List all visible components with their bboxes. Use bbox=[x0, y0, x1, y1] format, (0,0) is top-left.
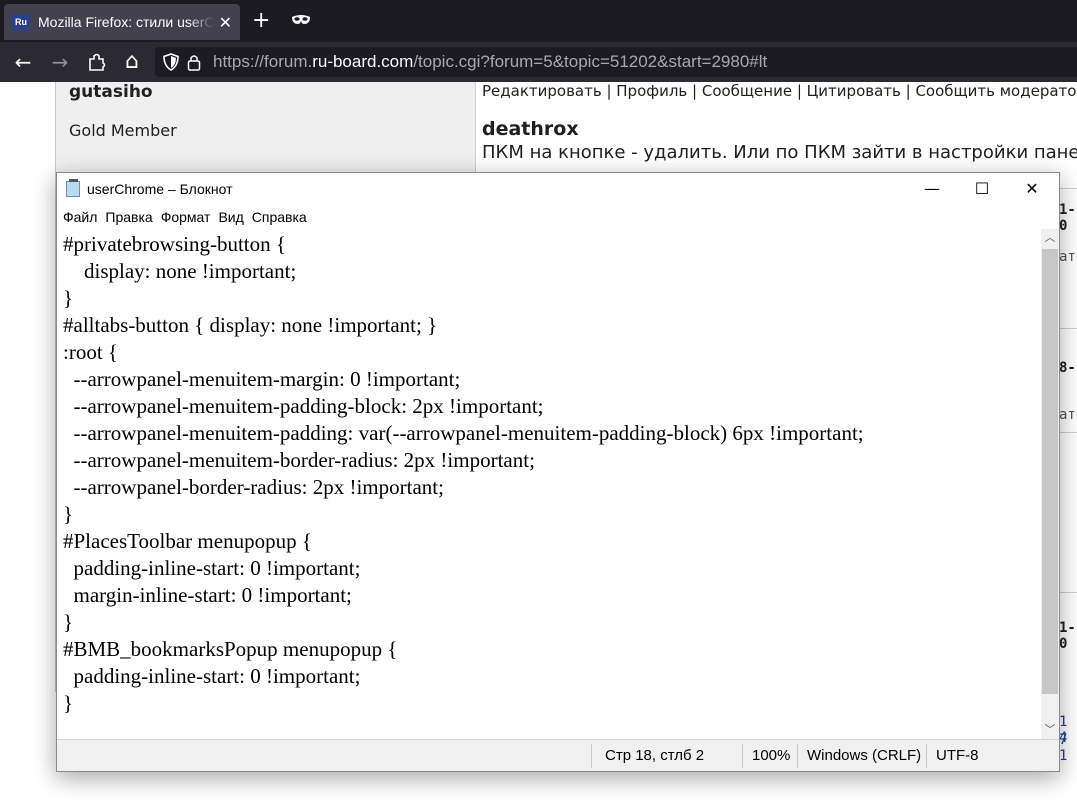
status-divider bbox=[926, 744, 927, 768]
notepad-statusbar: Стр 18, стлб 2 100% Windows (CRLF) UTF-8 bbox=[57, 739, 1059, 771]
scroll-down-icon[interactable]: ﹀ bbox=[1041, 721, 1059, 739]
post-actions-links[interactable]: Редактировать | Профиль | Сообщение | Ци… bbox=[482, 82, 1077, 100]
divider bbox=[1059, 188, 1077, 189]
post-action-fragment: ато bbox=[1059, 407, 1077, 423]
menu-edit[interactable]: Правка bbox=[105, 209, 152, 225]
cursor-position: Стр 18, стлб 2 bbox=[605, 747, 705, 764]
zoom-level: 100% bbox=[752, 747, 791, 764]
url-path: /topic.cgi?forum=5&topic=51202&start=298… bbox=[413, 52, 768, 71]
back-button[interactable]: ← bbox=[11, 50, 35, 74]
css-source-text[interactable]: #privatebrowsing-button { display: none … bbox=[57, 229, 1041, 717]
scroll-up-icon[interactable]: ︿ bbox=[1041, 229, 1059, 247]
divider bbox=[1059, 328, 1077, 329]
divider bbox=[1059, 432, 1077, 433]
notepad-window: userChrome – Блокнот — ☐ ✕ Файл Правка Ф… bbox=[56, 172, 1060, 772]
new-tab-button[interactable]: + bbox=[252, 8, 270, 33]
text-line: display: none !important; bbox=[63, 259, 297, 283]
url-bar[interactable]: https://forum.ru-board.com/topic.cgi?for… bbox=[155, 47, 1077, 77]
status-divider bbox=[742, 744, 743, 768]
status-divider bbox=[591, 744, 592, 768]
ru-board-favicon-icon: Ru bbox=[12, 14, 30, 30]
post-date-fragment: 8- bbox=[1059, 360, 1076, 376]
notepad-titlebar[interactable]: userChrome – Блокнот — ☐ ✕ bbox=[57, 173, 1059, 205]
text-line: #privatebrowsing-button { bbox=[63, 232, 286, 256]
text-line: --arrowpanel-menuitem-padding: var(--arr… bbox=[63, 421, 864, 445]
browser-tab-active[interactable]: Ru Mozilla Firefox: стили userChrome ✕ bbox=[4, 4, 240, 40]
forward-button[interactable]: → bbox=[48, 50, 72, 74]
text-line: #BMB_bookmarksPopup menupopup { bbox=[63, 637, 398, 661]
notepad-text-area[interactable]: #privatebrowsing-button { display: none … bbox=[57, 229, 1041, 739]
url-scheme: https://forum. bbox=[213, 52, 313, 71]
home-button[interactable]: ⌂ bbox=[120, 50, 144, 74]
post-date-fragment: 1-0 bbox=[1059, 620, 1076, 652]
notepad-app-icon bbox=[66, 179, 80, 197]
maximize-button[interactable]: ☐ bbox=[957, 173, 1007, 205]
extensions-puzzle-icon[interactable] bbox=[85, 50, 109, 74]
url-host: ru-board.com bbox=[312, 52, 414, 71]
text-line: --arrowpanel-menuitem-padding-block: 2px… bbox=[63, 394, 544, 418]
post-action-fragment: ато bbox=[1059, 249, 1077, 265]
text-line: :root { bbox=[63, 340, 118, 364]
quoted-text: ПКМ на кнопке - удалить. Или по ПКМ зайт… bbox=[482, 142, 1077, 163]
menu-format[interactable]: Формат bbox=[161, 209, 211, 225]
secure-lock-icon[interactable] bbox=[187, 53, 201, 71]
text-line: #alltabs-button { display: none !importa… bbox=[63, 313, 438, 337]
text-line: padding-inline-start: 0 !important; bbox=[63, 664, 361, 688]
post-author-name[interactable]: gutasiho bbox=[69, 82, 153, 102]
text-line: --arrowpanel-menuitem-margin: 0 !importa… bbox=[63, 367, 461, 391]
private-browsing-mask-icon[interactable] bbox=[290, 10, 312, 30]
notepad-window-title: userChrome – Блокнот bbox=[87, 181, 233, 197]
menu-view[interactable]: Вид bbox=[218, 209, 243, 225]
post-date-fragment: 1-0 bbox=[1059, 202, 1076, 234]
scrollbar-thumb[interactable] bbox=[1042, 249, 1058, 694]
tab-close-icon[interactable]: ✕ bbox=[219, 13, 232, 32]
text-line: margin-inline-start: 0 !important; bbox=[63, 583, 352, 607]
quoted-author-name: deathrox bbox=[482, 118, 579, 140]
tab-title: Mozilla Firefox: стили userChrome bbox=[38, 14, 214, 30]
line-endings: Windows (CRLF) bbox=[807, 747, 922, 764]
text-line: } bbox=[63, 691, 74, 715]
text-line: padding-inline-start: 0 !important; bbox=[63, 556, 361, 580]
divider bbox=[1059, 592, 1077, 593]
menu-file[interactable]: Файл bbox=[63, 209, 97, 225]
text-encoding: UTF-8 bbox=[936, 747, 979, 764]
vertical-scrollbar[interactable]: ︿ ﹀ bbox=[1041, 229, 1059, 739]
text-line: } bbox=[63, 610, 74, 634]
status-divider bbox=[797, 744, 798, 768]
tracking-protection-shield-icon[interactable] bbox=[163, 53, 179, 71]
text-line: --arrowpanel-border-radius: 2px !importa… bbox=[63, 475, 444, 499]
post-author-rank: Gold Member bbox=[69, 121, 177, 140]
link-fragment[interactable]: 7 1 bbox=[1059, 732, 1077, 764]
close-button[interactable]: ✕ bbox=[1007, 173, 1057, 205]
text-line: } bbox=[63, 502, 74, 526]
notepad-menubar: Файл Правка Формат Вид Справка bbox=[57, 205, 1059, 229]
text-line: #PlacesToolbar menupopup { bbox=[63, 529, 312, 553]
text-line: --arrowpanel-menuitem-border-radius: 2px… bbox=[63, 448, 535, 472]
menu-help[interactable]: Справка bbox=[252, 209, 307, 225]
navigation-toolbar: ← → ⌂ https://forum.ru-board.com/topic.c… bbox=[0, 42, 1077, 82]
minimize-button[interactable]: — bbox=[907, 173, 957, 205]
tab-strip: Ru Mozilla Firefox: стили userChrome ✕ + bbox=[0, 0, 1077, 42]
text-line: } bbox=[63, 286, 74, 310]
url-text[interactable]: https://forum.ru-board.com/topic.cgi?for… bbox=[213, 47, 767, 77]
